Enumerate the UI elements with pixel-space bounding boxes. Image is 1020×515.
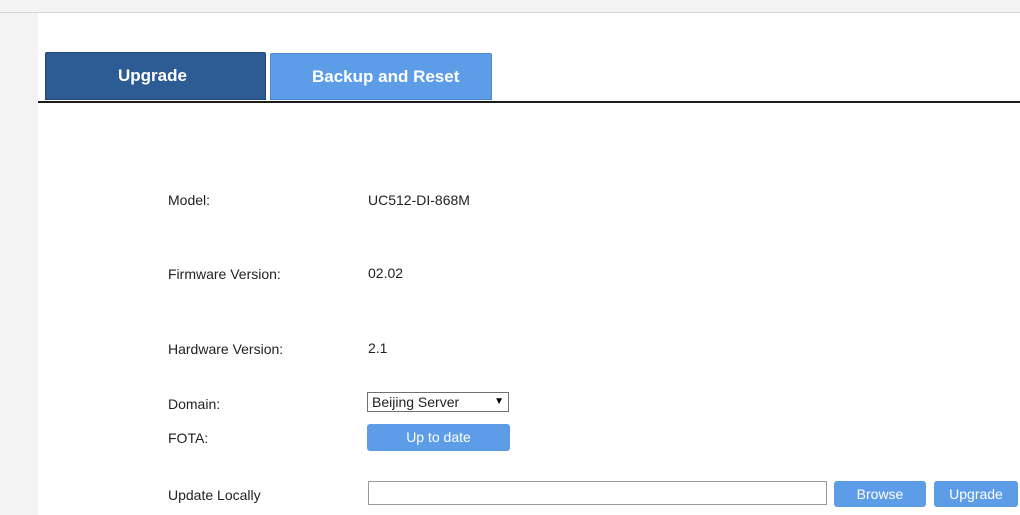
model-label: Model: <box>168 192 211 208</box>
domain-select-value: Beijing Server <box>372 394 460 410</box>
local-file-path-input[interactable] <box>368 481 827 505</box>
tab-upgrade[interactable]: Upgrade <box>45 52 266 100</box>
domain-select[interactable]: Beijing Server ▼ <box>367 392 509 412</box>
tab-upgrade-label: Upgrade <box>118 66 187 85</box>
upgrade-button[interactable]: Upgrade <box>934 481 1018 507</box>
fota-up-to-date-button[interactable]: Up to date <box>367 424 510 451</box>
fota-label: FOTA: <box>168 430 209 446</box>
update-locally-label: Update Locally <box>168 487 261 503</box>
hardware-version-value: 2.1 <box>368 340 388 356</box>
firmware-version-value: 02.02 <box>368 265 404 281</box>
tab-backup-and-reset[interactable]: Backup and Reset <box>270 53 492 100</box>
dropdown-arrow-icon: ▼ <box>494 396 504 407</box>
hardware-version-label: Hardware Version: <box>168 341 284 357</box>
model-value: UC512-DI-868M <box>368 192 470 208</box>
tab-backup-label: Backup and Reset <box>312 67 460 86</box>
firmware-version-label: Firmware Version: <box>168 266 281 282</box>
tab-underline <box>38 101 1020 103</box>
domain-label: Domain: <box>168 396 221 412</box>
browse-button[interactable]: Browse <box>834 481 926 507</box>
